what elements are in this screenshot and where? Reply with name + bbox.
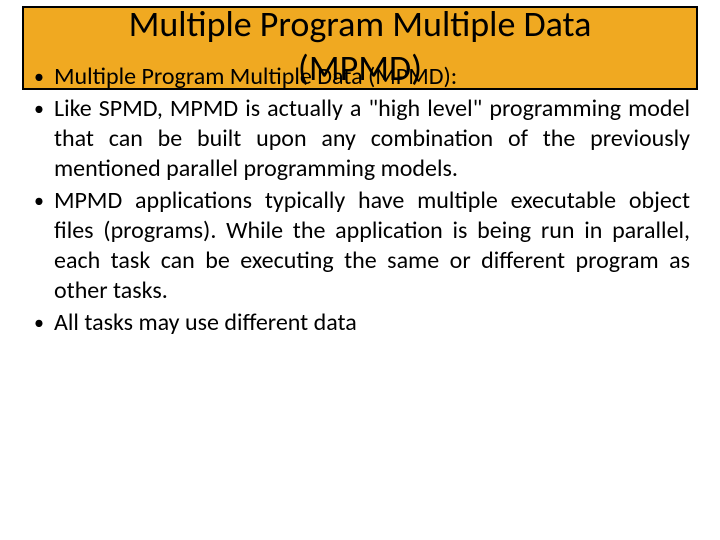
bullet-item: All tasks may use different data	[30, 308, 690, 338]
slide-title: Multiple Program Multiple Data (MPMD)	[0, 2, 720, 90]
bullet-text: MPMD applications typically have multipl…	[54, 186, 690, 305]
bullet-item: Like SPMD, MPMD is actually a "high leve…	[30, 94, 690, 184]
slide: Multiple Program Multiple Data (MPMD) Mu…	[0, 0, 720, 540]
bullet-item: MPMD applications typically have multipl…	[30, 186, 690, 306]
content-area: Multiple Program Multiple Data (MPMD): L…	[30, 62, 690, 340]
title-line-2: (MPMD)	[298, 46, 422, 90]
title-line-1: Multiple Program Multiple Data	[129, 2, 592, 46]
bullet-text: All tasks may use different data	[54, 308, 357, 337]
bullet-list: Multiple Program Multiple Data (MPMD): L…	[30, 62, 690, 338]
bullet-text: Like SPMD, MPMD is actually a "high leve…	[54, 94, 690, 183]
